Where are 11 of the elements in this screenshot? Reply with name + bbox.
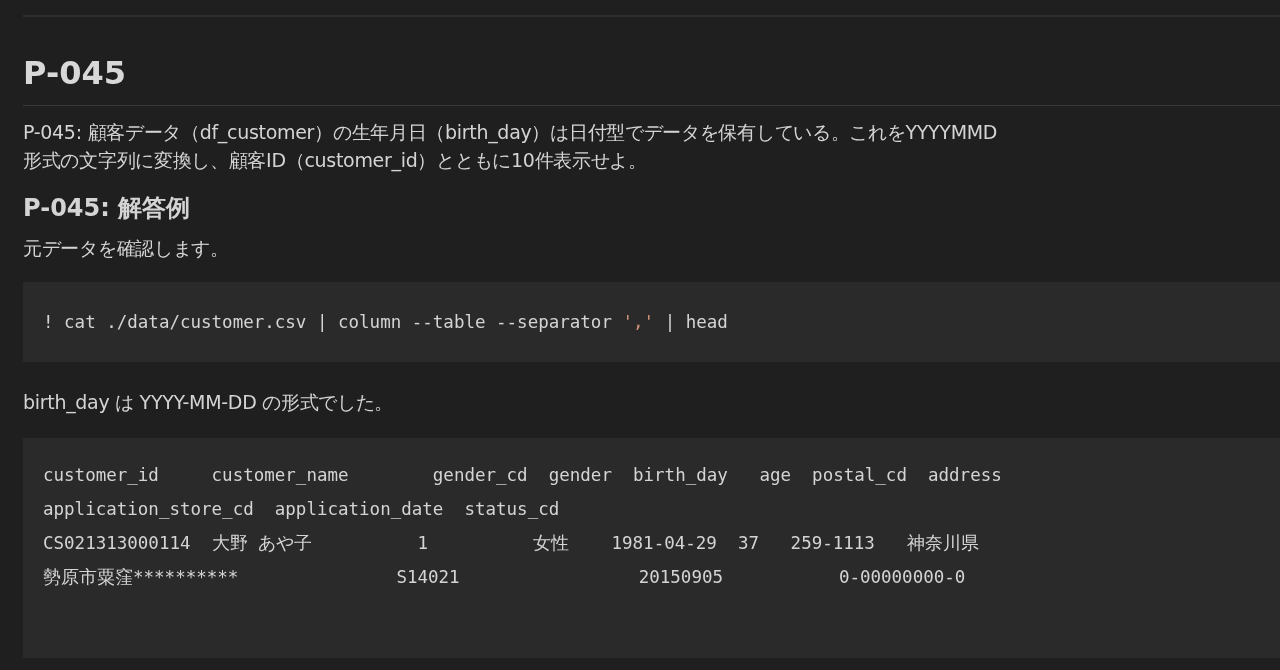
note-text: birth_day は YYYY-MM-DD の形式でした。: [23, 390, 394, 416]
output-line: CS021313000114 大野 あや子 1 女性 1981-04-29 37 259-1113 神奈川県: [43, 532, 979, 555]
question-text: P-045: 顧客データ（df_customer）の生年月日（birth_day）は日付型でデータを保有している。これをYYYYMMD: [23, 120, 998, 146]
intro-text: 元データを確認します。: [23, 236, 229, 261]
code-line: ! cat ./data/customer.csv | column --table --separator ',' | head: [43, 311, 728, 334]
output-line: 勢原市粟窪********** S14021 20150905 0-00000000-0: [43, 566, 966, 589]
section-heading: P-045: [23, 53, 126, 93]
question-text: 形式の文字列に変換し、顧客ID（customer_id）とともに10件表示せよ。: [23, 148, 647, 174]
output-line: customer_id customer_name gender_cd gender birth_day age postal_cd address: [43, 464, 1002, 487]
answer-heading: P-045: 解答例: [23, 193, 191, 224]
output-line: application_store_cd application_date status_cd: [43, 498, 560, 521]
